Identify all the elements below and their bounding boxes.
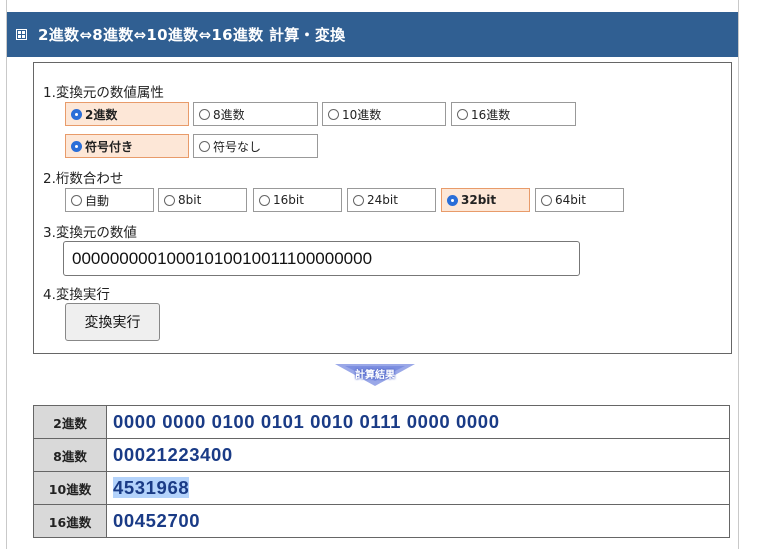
radio-digits-16bit[interactable]: 16bit <box>253 188 342 212</box>
result-decimal[interactable]: 4531968 <box>113 477 190 498</box>
radio-selected-icon <box>71 108 82 120</box>
step2-label: 2.桁数合わせ <box>43 171 124 187</box>
result-octal[interactable]: 00021223400 <box>106 438 730 472</box>
radio-unselected-icon <box>541 194 552 206</box>
result-binary[interactable]: 0000 0000 0100 0101 0010 0111 0000 0000 <box>106 405 730 439</box>
radio-unselected-icon <box>199 140 210 152</box>
radio-unselected-icon <box>164 194 175 206</box>
radio-digits-64bit[interactable]: 64bit <box>535 188 624 212</box>
radio-digits-auto[interactable]: 自動 <box>65 188 154 212</box>
step3-label: 3.変換元の数値 <box>43 225 137 241</box>
radio-unselected-icon <box>259 194 270 206</box>
result-badge: 計算結果 <box>335 363 415 387</box>
radio-unselected-icon <box>199 108 210 120</box>
radio-label: 64bit <box>555 193 586 207</box>
source-value-input[interactable] <box>63 241 580 276</box>
radio-label: 符号なし <box>213 139 262 154</box>
radio-label: 16進数 <box>471 107 511 122</box>
step1-label: 1.変換元の数値属性 <box>43 85 164 101</box>
convert-button[interactable]: 変換実行 <box>65 303 160 341</box>
radio-unselected-icon <box>328 108 339 120</box>
radio-signed[interactable]: 符号付き <box>65 134 189 158</box>
radio-unsigned[interactable]: 符号なし <box>193 134 318 158</box>
result-decimal-cell[interactable]: 4531968 <box>106 471 730 505</box>
row-header-decimal: 10進数 <box>33 471 107 505</box>
radio-label: 自動 <box>85 193 110 208</box>
table-row: 16進数 00452700 <box>33 504 730 538</box>
radio-label: 16bit <box>273 193 304 207</box>
row-header-binary: 2進数 <box>33 405 107 439</box>
radio-label: 8進数 <box>213 107 245 122</box>
radio-selected-icon <box>71 140 82 152</box>
radio-label: 符号付き <box>85 139 134 154</box>
radio-selected-icon <box>447 194 458 206</box>
radio-base-2[interactable]: 2進数 <box>65 102 189 126</box>
table-row: 8進数 00021223400 <box>33 438 730 472</box>
row-header-hex: 16進数 <box>33 504 107 538</box>
radio-unselected-icon <box>457 108 468 120</box>
radio-digits-8bit[interactable]: 8bit <box>158 188 247 212</box>
step4-label: 4.変換実行 <box>43 287 110 303</box>
radio-label: 32bit <box>461 193 497 207</box>
title-bar: 2進数⇔8進数⇔10進数⇔16進数 計算・変換 <box>7 12 738 57</box>
row-header-octal: 8進数 <box>33 438 107 472</box>
radio-unselected-icon <box>353 194 364 206</box>
result-hex[interactable]: 00452700 <box>106 504 730 538</box>
result-badge-label: 計算結果 <box>355 370 395 381</box>
radio-label: 8bit <box>178 193 202 207</box>
radio-base-10[interactable]: 10進数 <box>322 102 446 126</box>
table-row: 2進数 0000 0000 0100 0101 0010 0111 0000 0… <box>33 405 730 439</box>
radio-label: 2進数 <box>85 107 118 122</box>
result-table: 2進数 0000 0000 0100 0101 0010 0111 0000 0… <box>33 405 730 538</box>
conversion-form: 1.変換元の数値属性 2進数 8進数 10進数 16進数 符号付き 符号なし 2… <box>33 62 732 354</box>
table-row: 10進数 4531968 <box>33 471 730 505</box>
radio-unselected-icon <box>71 194 82 206</box>
grid-icon <box>16 29 27 40</box>
radio-base-8[interactable]: 8進数 <box>193 102 318 126</box>
page-title: 2進数⇔8進数⇔10進数⇔16進数 計算・変換 <box>38 26 346 44</box>
radio-label: 24bit <box>367 193 398 207</box>
radio-digits-24bit[interactable]: 24bit <box>347 188 436 212</box>
radio-digits-32bit[interactable]: 32bit <box>441 188 530 212</box>
radio-base-16[interactable]: 16進数 <box>451 102 576 126</box>
converter-panel: 2進数⇔8進数⇔10進数⇔16進数 計算・変換 1.変換元の数値属性 2進数 8… <box>6 0 739 549</box>
radio-label: 10進数 <box>342 107 382 122</box>
